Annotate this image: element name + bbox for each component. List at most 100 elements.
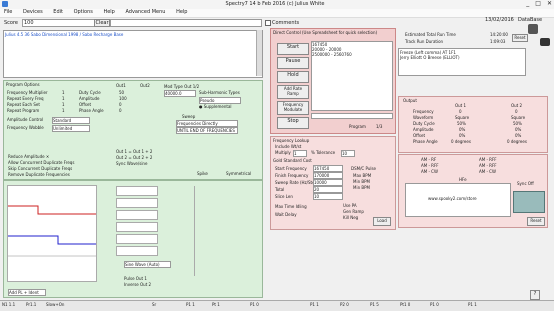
score-label: Score xyxy=(4,20,19,26)
opt-kill-neg[interactable]: Kill Neg xyxy=(343,215,358,220)
out1-col-header: Out 1 xyxy=(455,103,467,108)
hold-button[interactable]: Hold xyxy=(277,71,309,83)
menu-help-2[interactable]: Help xyxy=(176,9,187,15)
include-label[interactable]: Include Wt/st xyxy=(275,144,301,149)
po-row-label2: Amplitude xyxy=(79,96,100,101)
preset-comment-box[interactable]: Freeze (Left comma) AT 1F1 Jerry Elliott… xyxy=(398,48,526,76)
waveform-swatch-6[interactable] xyxy=(116,246,158,256)
fs-row-label: Start Frequency xyxy=(275,166,307,171)
spike-label: Spike xyxy=(197,171,208,176)
waveform-swatch-4[interactable] xyxy=(116,222,158,232)
freq-wobble-select[interactable]: Unlimited xyxy=(52,125,90,132)
pause-button[interactable]: Pause xyxy=(277,57,309,69)
out-row-v1: 0% xyxy=(459,127,466,132)
reset-time-button[interactable]: Reset xyxy=(512,34,528,42)
waveform-swatch-5[interactable] xyxy=(116,234,158,244)
sync-label: Sync Wave/sine xyxy=(116,161,148,166)
fs-row-value[interactable]: 167450 xyxy=(313,165,343,172)
mode-option[interactable]: Min BPM xyxy=(353,179,370,184)
log-scrollbar[interactable] xyxy=(256,30,262,76)
minimize-button[interactable]: _ xyxy=(526,0,529,7)
check-allow-duplicates[interactable]: Allow Concurrent Duplicate Freqs xyxy=(8,160,74,165)
out-row-v2: 50% xyxy=(513,121,522,126)
pm-label: AM - CW xyxy=(479,169,496,174)
pm-label: AM - RFF xyxy=(479,157,497,162)
po-row-value[interactable]: 1 xyxy=(62,108,65,113)
load-button[interactable]: Load xyxy=(373,217,391,226)
po-row-value2[interactable]: 50 xyxy=(119,90,124,95)
combo-select[interactable]: Add PL + Ident xyxy=(8,289,46,296)
fs-row-label: Finish Frequency xyxy=(275,173,309,178)
pulse-select[interactable]: Sine Wave (Auto) xyxy=(124,261,171,268)
help-button[interactable]: ? xyxy=(530,290,540,300)
waveform-swatch-2[interactable] xyxy=(116,198,158,208)
check-remove-duplicates[interactable]: Remove Duplicate Frequencies xyxy=(8,172,70,177)
program-log[interactable]: Julius 4.5 36 Sabo Dimensional 1998 / Sa… xyxy=(3,30,263,78)
out1-header: Out1 xyxy=(116,83,126,88)
status-item: Pt1 0 xyxy=(400,302,411,307)
multiply-input[interactable]: 1 xyxy=(293,150,307,157)
frequency-list[interactable]: 167450 20000 - 20000 2500000 - 2560760 xyxy=(311,41,393,111)
freq-mod-button[interactable]: Frequency Modulate xyxy=(277,101,309,115)
po-row-value2[interactable]: 100 xyxy=(119,96,127,101)
po-row-value[interactable]: 1 xyxy=(62,96,65,101)
reset-button[interactable]: Reset xyxy=(527,217,545,226)
po-row-value2[interactable]: 0 xyxy=(119,102,122,107)
sweep-select[interactable]: Frequencies Directly xyxy=(176,120,238,127)
harmonic-applied[interactable]: ● Supplemental xyxy=(199,104,232,109)
menu-advanced[interactable]: Advanced Menu xyxy=(125,9,165,15)
mod-type-input[interactable]: 40000.0 xyxy=(164,90,196,97)
comments-checkbox[interactable] xyxy=(265,20,271,26)
fs-row-value[interactable]: 20 xyxy=(313,186,343,193)
meter-url[interactable]: www.spooky2.com/store xyxy=(428,196,477,201)
fs-row-value[interactable]: 10000 xyxy=(313,179,343,186)
po-row-label2: Duty Cycle xyxy=(79,90,101,95)
mode-option[interactable]: Min BPM xyxy=(353,185,370,190)
fs-row-value[interactable]: 170000 xyxy=(313,172,343,179)
settings-icon[interactable] xyxy=(528,24,538,34)
amplitude-control-select[interactable]: Standard xyxy=(52,117,90,124)
waveform-panel: Spike Symmetrical Sine Wave (Auto) Pulse… xyxy=(3,171,263,298)
freq-list-item[interactable]: 2500000 - 2560760 xyxy=(312,52,392,57)
meter-panel: AM - RF AM - RFF AM - CW AM - RFF AM - R… xyxy=(398,154,548,228)
out2-sum: Out 2 = Out 2 + 2 xyxy=(116,155,153,160)
out-row-v1: Square xyxy=(455,115,470,120)
menu-help[interactable]: Help xyxy=(103,9,114,15)
out2-col-header: Out 2 xyxy=(511,103,523,108)
sweep-until-select[interactable]: UNTIL END OF FREQUENCIES xyxy=(176,127,238,134)
check-skip-duplicates[interactable]: Skip Concurrent Duplicate Freqs xyxy=(8,166,72,171)
out-row-v2: 0% xyxy=(515,133,522,138)
po-row-value[interactable]: 1 xyxy=(62,90,65,95)
mode-option[interactable]: Max BPM xyxy=(353,173,371,178)
close-button[interactable]: ✕ xyxy=(547,0,552,7)
out-row-v1: 0 xyxy=(459,109,462,114)
menu-devices[interactable]: Devices xyxy=(23,9,43,15)
fs-row-value[interactable]: 10 xyxy=(313,193,343,200)
score-input[interactable]: 100 xyxy=(22,19,95,27)
status-item: P1 1 xyxy=(186,302,195,307)
date-display: 13/02/2016 xyxy=(485,17,514,23)
po-row-label: Frequency Multiplier xyxy=(7,90,48,95)
start-button[interactable]: Start xyxy=(277,43,309,55)
clear-button[interactable]: Clear xyxy=(94,19,110,27)
estimated-time-value: 14:20:00 xyxy=(490,32,508,37)
opt-gen-ramp[interactable]: Gen Ramp xyxy=(343,209,364,214)
harmonic-select[interactable]: Pseudo xyxy=(199,97,241,104)
menu-file[interactable]: File xyxy=(4,9,12,15)
menu-options[interactable]: Options xyxy=(74,9,93,15)
camera-icon[interactable] xyxy=(540,38,550,46)
stop-button[interactable]: Stop xyxy=(277,117,309,129)
symmetrical-label: Symmetrical xyxy=(226,171,252,176)
tolerance-input[interactable]: 10 xyxy=(341,150,355,157)
opt-use-pa[interactable]: Use PA xyxy=(343,203,357,208)
freq-wobble-label: Frequency Wobble xyxy=(7,125,44,130)
po-row-value[interactable]: 1 xyxy=(62,102,65,107)
ramp-button[interactable]: Add Rate Ramp xyxy=(277,85,309,99)
waveform-swatch-3[interactable] xyxy=(116,210,158,220)
maximize-button[interactable]: □ xyxy=(535,0,541,7)
score-extra-input[interactable] xyxy=(110,19,262,27)
menu-edit[interactable]: Edit xyxy=(53,9,63,15)
po-row-value2[interactable]: 0 xyxy=(119,108,122,113)
waveform-swatch-1[interactable] xyxy=(116,186,158,196)
check-reduce-amplitude[interactable]: Reduce Amplitude ✕ xyxy=(8,154,49,159)
